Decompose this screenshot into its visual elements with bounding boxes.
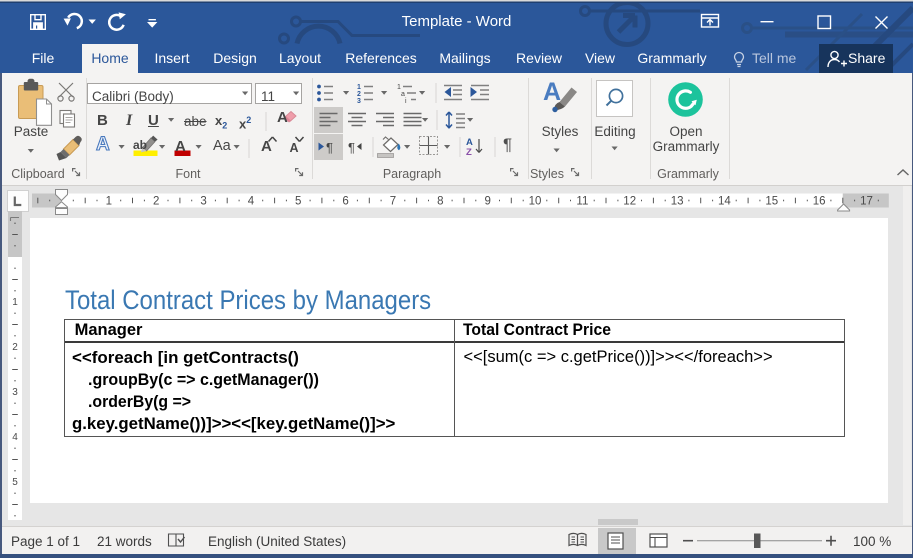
svg-text:2: 2 xyxy=(12,342,18,353)
svg-text:10: 10 xyxy=(529,196,542,208)
svg-text:13: 13 xyxy=(671,196,684,208)
svg-text:a: a xyxy=(401,91,405,98)
svg-text:1: 1 xyxy=(12,297,18,308)
svg-text:1: 1 xyxy=(357,84,361,91)
svg-text:8: 8 xyxy=(437,196,443,208)
svg-text:Z: Z xyxy=(466,147,472,158)
svg-text:3: 3 xyxy=(357,98,361,105)
svg-text:9: 9 xyxy=(484,196,490,208)
svg-text:i: i xyxy=(405,98,407,105)
svg-text:6: 6 xyxy=(342,196,348,208)
svg-text:17: 17 xyxy=(860,196,873,208)
svg-text:5: 5 xyxy=(295,196,301,208)
svg-text:¶: ¶ xyxy=(326,140,333,155)
svg-text:2: 2 xyxy=(357,91,361,98)
svg-text:16: 16 xyxy=(813,196,826,208)
svg-text:4: 4 xyxy=(12,432,18,443)
svg-text:1: 1 xyxy=(106,196,112,208)
svg-text:2: 2 xyxy=(153,196,159,208)
svg-text:4: 4 xyxy=(248,196,255,208)
svg-text:3: 3 xyxy=(12,387,18,398)
svg-text:12: 12 xyxy=(623,196,636,208)
svg-text:15: 15 xyxy=(765,196,778,208)
svg-text:5: 5 xyxy=(12,477,18,488)
svg-text:1: 1 xyxy=(397,84,401,91)
svg-text:¶: ¶ xyxy=(348,140,355,155)
svg-text:14: 14 xyxy=(718,196,731,208)
svg-text:3: 3 xyxy=(200,196,206,208)
svg-text:11: 11 xyxy=(576,196,588,208)
svg-text:7: 7 xyxy=(390,196,396,208)
